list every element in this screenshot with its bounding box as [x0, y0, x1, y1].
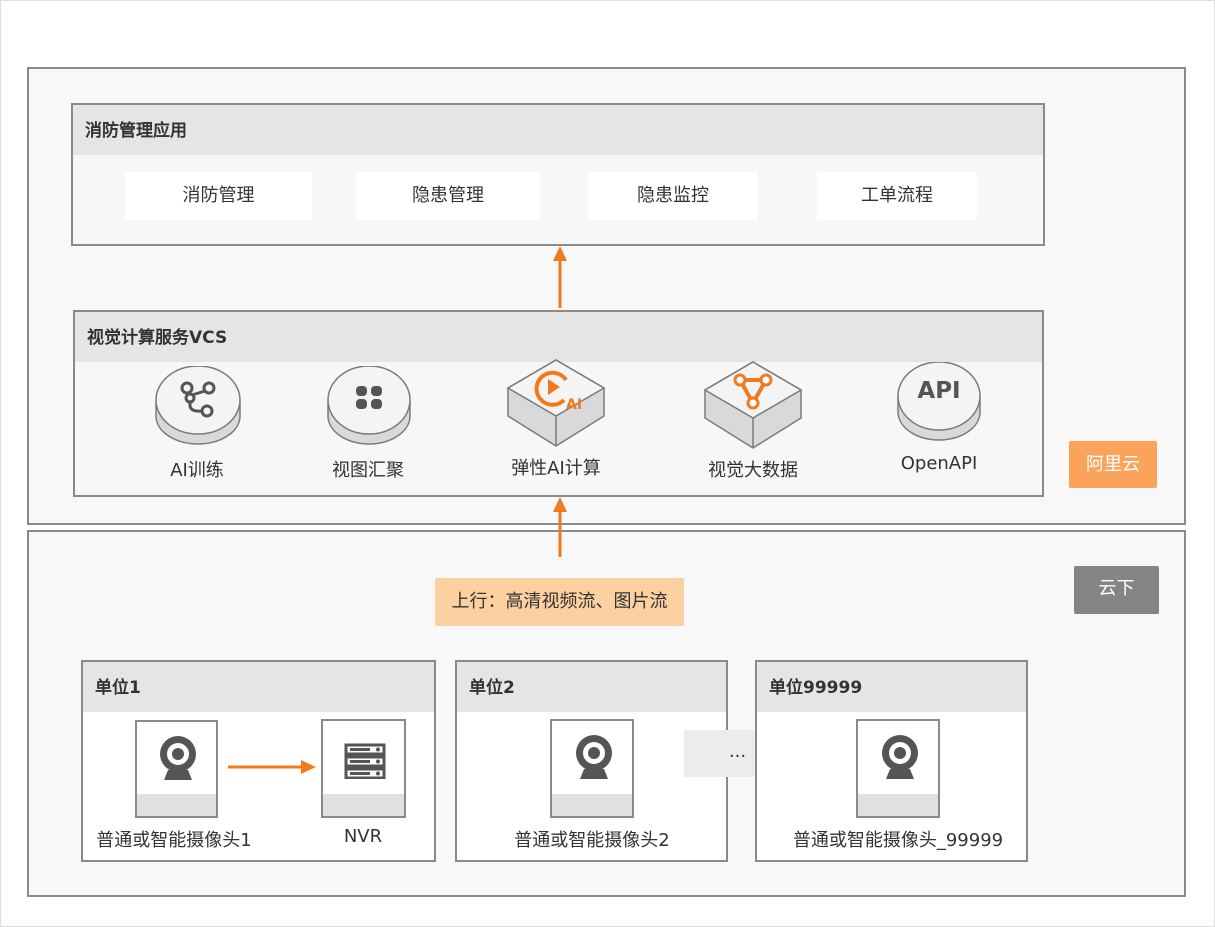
arrow-edge-to-vcs [553, 497, 567, 557]
camera-2-label: 普通或智能摄像头2 [514, 830, 670, 851]
app-chip-hazard-monitoring: 隐患监控 [588, 172, 758, 220]
arrow-camera-to-nvr [228, 760, 316, 774]
fire-app-panel-title: 消防管理应用 [73, 105, 1043, 155]
vcs-item-label-elastic-ai: 弹性AI计算 [511, 458, 601, 479]
app-chip-work-order: 工单流程 [817, 172, 977, 220]
vcs-item-label-view-aggregation: 视图汇聚 [332, 460, 404, 481]
camera-1-label: 普通或智能摄像头1 [96, 830, 252, 851]
server-rack-icon [344, 743, 386, 779]
nvr-label: NVR [343, 826, 383, 847]
vcs-item-label-openapi: OpenAPI [900, 453, 978, 474]
four-blocks-icon [327, 366, 411, 445]
camera-card-99999-foot [858, 794, 938, 816]
camera-card-2-foot [552, 794, 632, 816]
nvr-card [321, 719, 406, 818]
camera-card-99999 [856, 719, 940, 818]
vcs-panel-title: 视觉计算服务VCS [75, 312, 1042, 362]
camera-card-1-foot [137, 794, 216, 816]
api-icon-text: API [917, 378, 961, 404]
ai-play-icon: AI [506, 359, 606, 447]
app-chip-hazard-management: 隐患管理 [356, 172, 540, 220]
unit-1-title: 单位1 [83, 662, 434, 712]
data-graph-icon [703, 361, 803, 449]
camera-card-1 [135, 720, 218, 818]
vcs-item-label-ai-training: AI训练 [170, 460, 224, 481]
svg-text:AI: AI [566, 397, 582, 413]
camera-card-2 [550, 719, 634, 818]
arrow-vcs-to-app [553, 246, 567, 308]
network-nodes-icon [155, 366, 241, 445]
webcam-icon [160, 736, 196, 780]
webcam-icon [882, 735, 918, 779]
upstream-label: 上行：高清视频流、图片流 [435, 578, 684, 626]
vcs-item-label-vision-bigdata: 视觉大数据 [708, 460, 798, 481]
camera-99999-label: 普通或智能摄像头_99999 [792, 830, 1004, 851]
webcam-icon [576, 735, 612, 779]
nvr-card-foot [323, 794, 404, 816]
cloud-badge: 阿里云 [1069, 441, 1157, 488]
unit-2-title: 单位2 [457, 662, 726, 712]
unit-99999-title: 单位99999 [757, 662, 1026, 712]
api-icon: API [895, 362, 983, 444]
app-chip-fire-management: 消防管理 [125, 172, 312, 220]
edge-badge: 云下 [1074, 566, 1159, 614]
